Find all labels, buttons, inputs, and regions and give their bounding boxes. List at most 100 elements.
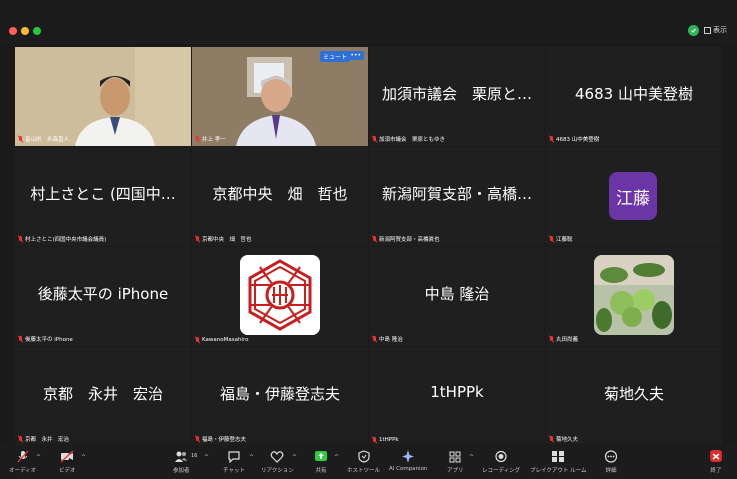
participant-name-caption: 菊地久夫 xyxy=(549,435,578,443)
apps-options-chevron-icon[interactable]: ^ xyxy=(469,454,474,461)
mic-muted-icon xyxy=(195,136,200,142)
participant-video xyxy=(15,47,191,146)
participant-name-caption: 村上さとこ(四国中央市議会議員) xyxy=(18,235,106,243)
participant-tile[interactable]: 丸田尚義 xyxy=(546,247,722,346)
mic-muted-icon xyxy=(18,136,23,142)
participant-tile[interactable]: 富山県 永森直人 xyxy=(15,47,191,146)
participant-name-caption: 京都中央 畑 哲也 xyxy=(195,235,252,243)
video-button[interactable]: ビデオ xyxy=(59,450,76,474)
reactions-button[interactable]: リアクション xyxy=(261,450,294,474)
video-grid: 富山県 永森直人 ミュート ••• 井上 孝一 加須市議会 栗原と… 加須市議会… xyxy=(15,47,722,446)
video-options-chevron-icon[interactable]: ^ xyxy=(81,454,86,461)
more-dots-icon xyxy=(604,450,618,463)
breakout-rooms-button[interactable]: ブレイクアウト ルーム xyxy=(530,450,586,474)
chat-icon xyxy=(228,451,240,463)
participant-avatar: 江藤 xyxy=(609,172,657,220)
plant-photo-icon xyxy=(594,255,674,335)
grid-icon xyxy=(704,26,711,34)
mic-muted-icon xyxy=(372,336,377,342)
view-button[interactable]: 表示 xyxy=(704,25,727,35)
participant-tile[interactable]: 村上さとこ (四国中… 村上さとこ(四国中央市議会議員) xyxy=(15,147,191,246)
maximize-window-button[interactable] xyxy=(33,27,41,35)
mic-muted-icon xyxy=(549,436,554,442)
participant-name-caption: 丸田尚義 xyxy=(549,335,578,343)
shield-icon xyxy=(357,450,370,463)
recording-button[interactable]: レコーディング xyxy=(482,450,520,474)
shield-icon[interactable] xyxy=(688,25,699,36)
participant-name-caption: 富山県 永森直人 xyxy=(18,135,69,143)
participant-tile[interactable]: 加須市議会 栗原と… 加須市議会 栗原ともゆき xyxy=(369,47,545,146)
mic-muted-icon xyxy=(549,236,554,242)
mic-muted-icon xyxy=(18,436,23,442)
chat-button[interactable]: チャット xyxy=(223,450,245,474)
participant-tile[interactable]: 4683 山中美登樹 4683 山中美登樹 xyxy=(546,47,722,146)
title-bar: 表示 xyxy=(0,0,737,44)
participant-display-name: 4683 山中美登樹 xyxy=(575,85,693,103)
participant-name-caption: 新潟阿賀支部・高橋眞也 xyxy=(372,235,440,243)
participant-name-caption: 中島 隆治 xyxy=(372,335,403,343)
participants-button[interactable]: 参加者 xyxy=(173,450,190,474)
participant-display-name: 菊地久夫 xyxy=(603,385,664,403)
participant-display-name: 新潟阿賀支部・高橋… xyxy=(381,185,532,203)
participant-display-name: 1tHPPk xyxy=(430,383,484,401)
mute-button[interactable]: ミュート xyxy=(319,51,350,62)
participant-display-name: 福島・伊藤登志夫 xyxy=(219,385,340,403)
sparkle-icon xyxy=(402,450,415,463)
heart-icon xyxy=(270,451,284,463)
audio-button[interactable]: オーディオ xyxy=(9,450,36,474)
end-call-icon xyxy=(710,450,722,462)
participant-display-name: 後藤太平の iPhone xyxy=(37,285,169,303)
participant-tile[interactable]: 新潟阿賀支部・高橋… 新潟阿賀支部・高橋眞也 xyxy=(369,147,545,246)
mic-muted-icon xyxy=(549,136,554,142)
share-options-chevron-icon[interactable]: ^ xyxy=(334,454,339,461)
emblem-icon xyxy=(240,255,320,335)
end-meeting-button[interactable]: 終了 xyxy=(709,450,723,474)
participant-tile[interactable]: 菊地久夫 菊地久夫 xyxy=(546,347,722,446)
participant-name-caption: 後藤太平の iPhone xyxy=(18,335,73,343)
participant-name-caption: 江藤聡 xyxy=(549,235,573,243)
participant-tile[interactable]: 1tHPPk 1tHPPk xyxy=(369,347,545,446)
share-button[interactable]: 共有 xyxy=(314,450,328,474)
participant-tile-active[interactable]: ミュート ••• 井上 孝一 xyxy=(192,47,368,146)
participant-name-caption: 加須市議会 栗原ともゆき xyxy=(372,135,445,143)
participant-tile[interactable]: 京都中央 畑 哲也 京都中央 畑 哲也 xyxy=(192,147,368,246)
mic-muted-icon xyxy=(372,437,377,443)
mic-muted-icon xyxy=(549,336,554,342)
meeting-toolbar: オーディオ ^ ビデオ ^ 参加者 16 ^ チャット ^ リアクション ^ 共… xyxy=(0,444,737,479)
participant-tile[interactable]: 江藤 江藤聡 xyxy=(546,147,722,246)
participant-tile[interactable]: KawanoMasahiro xyxy=(192,247,368,346)
people-icon xyxy=(175,451,188,462)
audio-options-chevron-icon[interactable]: ^ xyxy=(36,454,41,461)
close-window-button[interactable] xyxy=(9,27,17,35)
minimize-window-button[interactable] xyxy=(21,27,29,35)
participants-options-chevron-icon[interactable]: ^ xyxy=(204,454,209,461)
participant-name-caption: 井上 孝一 xyxy=(195,135,226,143)
participant-avatar xyxy=(240,255,320,335)
record-icon xyxy=(495,450,507,463)
mic-muted-icon xyxy=(195,436,200,442)
participants-count: 16 xyxy=(191,453,198,459)
ai-companion-button[interactable]: AI Companion xyxy=(389,450,427,472)
participant-tile[interactable]: 中島 隆治 中島 隆治 xyxy=(369,247,545,346)
more-button[interactable]: 詳細 xyxy=(604,450,618,474)
apps-icon xyxy=(449,451,461,463)
mic-muted-icon xyxy=(195,236,200,242)
participant-name-caption: 1tHPPk xyxy=(372,437,399,443)
chat-options-chevron-icon[interactable]: ^ xyxy=(249,454,254,461)
participant-avatar xyxy=(594,255,674,335)
participant-name-caption: 京都 永井 宏治 xyxy=(18,435,69,443)
mic-muted-icon xyxy=(372,236,377,242)
participant-tile[interactable]: 京都 永井 宏治 京都 永井 宏治 xyxy=(15,347,191,446)
participant-name-caption: 4683 山中美登樹 xyxy=(549,135,599,143)
mic-muted-icon xyxy=(372,136,377,142)
participant-tile[interactable]: 福島・伊藤登志夫 福島・伊藤登志夫 xyxy=(192,347,368,446)
mic-muted-icon xyxy=(18,236,23,242)
apps-button[interactable]: アプリ xyxy=(447,450,464,474)
mic-muted-icon xyxy=(18,336,23,342)
host-tools-button[interactable]: ホストツール xyxy=(347,450,380,474)
participant-tile[interactable]: 後藤太平の iPhone 後藤太平の iPhone xyxy=(15,247,191,346)
reactions-options-chevron-icon[interactable]: ^ xyxy=(292,454,297,461)
more-options-icon[interactable]: ••• xyxy=(347,51,364,60)
participant-name-caption: 福島・伊藤登志夫 xyxy=(195,435,246,443)
mic-muted-icon xyxy=(17,450,29,463)
